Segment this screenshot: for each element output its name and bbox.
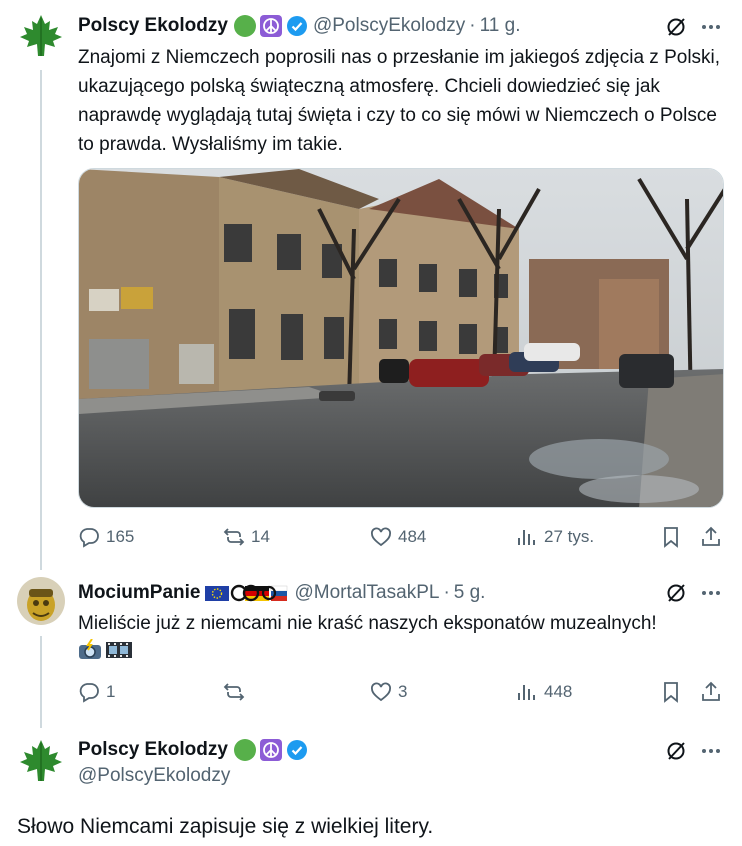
flag-emojis bbox=[205, 583, 289, 603]
timestamp[interactable]: 11 g. bbox=[480, 15, 521, 37]
views-icon bbox=[518, 685, 535, 700]
author-handle[interactable]: @PolscyEkolodzy bbox=[313, 15, 465, 37]
like-count: 3 bbox=[398, 682, 408, 701]
repost-count: 14 bbox=[251, 527, 270, 546]
reply-icon bbox=[79, 683, 99, 703]
tweet-text: Mieliście już z niemcami nie kraść naszy… bbox=[78, 613, 657, 634]
reply-button[interactable]: 1 bbox=[78, 677, 115, 707]
tweet-photo[interactable] bbox=[78, 168, 724, 508]
views-button[interactable]: 27 tys. bbox=[516, 522, 594, 552]
tweet-header: Polscy Ekolodzy @PolscyEkolodzy · 11 g. bbox=[78, 14, 742, 38]
author-name[interactable]: Polscy Ekolodzy bbox=[78, 15, 228, 37]
bookmark-button[interactable] bbox=[660, 522, 682, 552]
peace-icon bbox=[259, 15, 282, 37]
repost-button[interactable]: 14 bbox=[223, 522, 270, 552]
tweet-text: Znajomi z Niemczech poprosili nas o prze… bbox=[78, 47, 721, 155]
share-button[interactable] bbox=[700, 522, 722, 552]
repost-icon bbox=[223, 683, 245, 701]
views-count: 27 tys. bbox=[544, 527, 595, 546]
tweet-actions: 165 14 484 27 tys. bbox=[78, 522, 728, 552]
timestamp[interactable]: 5 g. bbox=[454, 582, 486, 604]
more-icon[interactable] bbox=[700, 740, 722, 762]
separator-dot: · bbox=[469, 15, 476, 36]
green-circle-icon bbox=[233, 739, 256, 761]
like-button[interactable]: 3 bbox=[370, 677, 407, 707]
share-icon bbox=[702, 681, 720, 701]
heart-icon bbox=[371, 527, 391, 547]
bookmark-icon bbox=[664, 682, 678, 703]
street-photo bbox=[79, 169, 723, 507]
author-name[interactable]: Polscy Ekolodzy bbox=[78, 739, 228, 761]
views-count: 448 bbox=[544, 682, 573, 701]
tweet[interactable]: Polscy Ekolodzy @PolscyEkolodzy · 11 g. … bbox=[0, 0, 742, 565]
avatar[interactable] bbox=[17, 577, 65, 625]
more-icon[interactable] bbox=[700, 582, 722, 604]
tweet-text: Słowo Niemcami zapisuje się z wielkiej l… bbox=[17, 815, 434, 838]
peace-icon bbox=[259, 739, 282, 761]
more-icon[interactable] bbox=[700, 16, 722, 38]
avatar-image bbox=[17, 577, 65, 625]
author-name[interactable]: MociumPanie bbox=[78, 582, 200, 604]
bookmark-button[interactable] bbox=[660, 677, 682, 707]
grok-icon[interactable] bbox=[665, 740, 687, 762]
camera-flash-icon bbox=[79, 639, 101, 659]
maple-leaf-icon bbox=[17, 737, 65, 785]
like-count: 484 bbox=[398, 527, 427, 546]
reply-count: 1 bbox=[106, 682, 116, 701]
author-handle[interactable]: @MortalTasakPL bbox=[294, 582, 439, 604]
separator-dot: · bbox=[443, 582, 450, 603]
heart-icon bbox=[371, 682, 391, 702]
views-button[interactable]: 448 bbox=[516, 677, 572, 707]
emoji-row bbox=[78, 639, 132, 661]
grok-icon[interactable] bbox=[665, 582, 687, 604]
green-circle-icon bbox=[233, 15, 256, 37]
repost-button[interactable] bbox=[223, 677, 251, 707]
reply-button[interactable]: 165 bbox=[78, 522, 134, 552]
maple-leaf-icon bbox=[17, 12, 65, 60]
grok-icon[interactable] bbox=[665, 16, 687, 38]
verified-icon bbox=[286, 15, 308, 37]
reply-icon bbox=[79, 528, 99, 548]
tweet[interactable]: Polscy Ekolodzy @PolscyEkolodzy Słowo Ni… bbox=[0, 725, 742, 846]
bookmark-icon bbox=[664, 527, 678, 548]
tweet-header: MociumPanie @MortalTasakPL · 5 g. bbox=[78, 581, 742, 605]
avatar[interactable] bbox=[17, 737, 65, 785]
like-button[interactable]: 484 bbox=[370, 522, 426, 552]
eu-flag-icon bbox=[205, 584, 288, 602]
share-button[interactable] bbox=[700, 677, 722, 707]
tweet[interactable]: MociumPanie @MortalTasakPL · 5 g. Mieliś… bbox=[0, 565, 742, 725]
tweet-header: Polscy Ekolodzy bbox=[78, 738, 742, 762]
reply-count: 165 bbox=[106, 527, 135, 546]
tweet-actions: 1 3 448 bbox=[78, 677, 728, 707]
author-handle[interactable]: @PolscyEkolodzy bbox=[78, 765, 230, 787]
share-icon bbox=[702, 526, 720, 546]
avatar[interactable] bbox=[17, 12, 65, 60]
verified-icon bbox=[286, 739, 308, 761]
views-icon bbox=[518, 530, 535, 545]
highlighted-text: Znajomi z Niemczech bbox=[78, 47, 264, 70]
repost-icon bbox=[223, 528, 245, 546]
film-frames-icon bbox=[106, 642, 132, 658]
